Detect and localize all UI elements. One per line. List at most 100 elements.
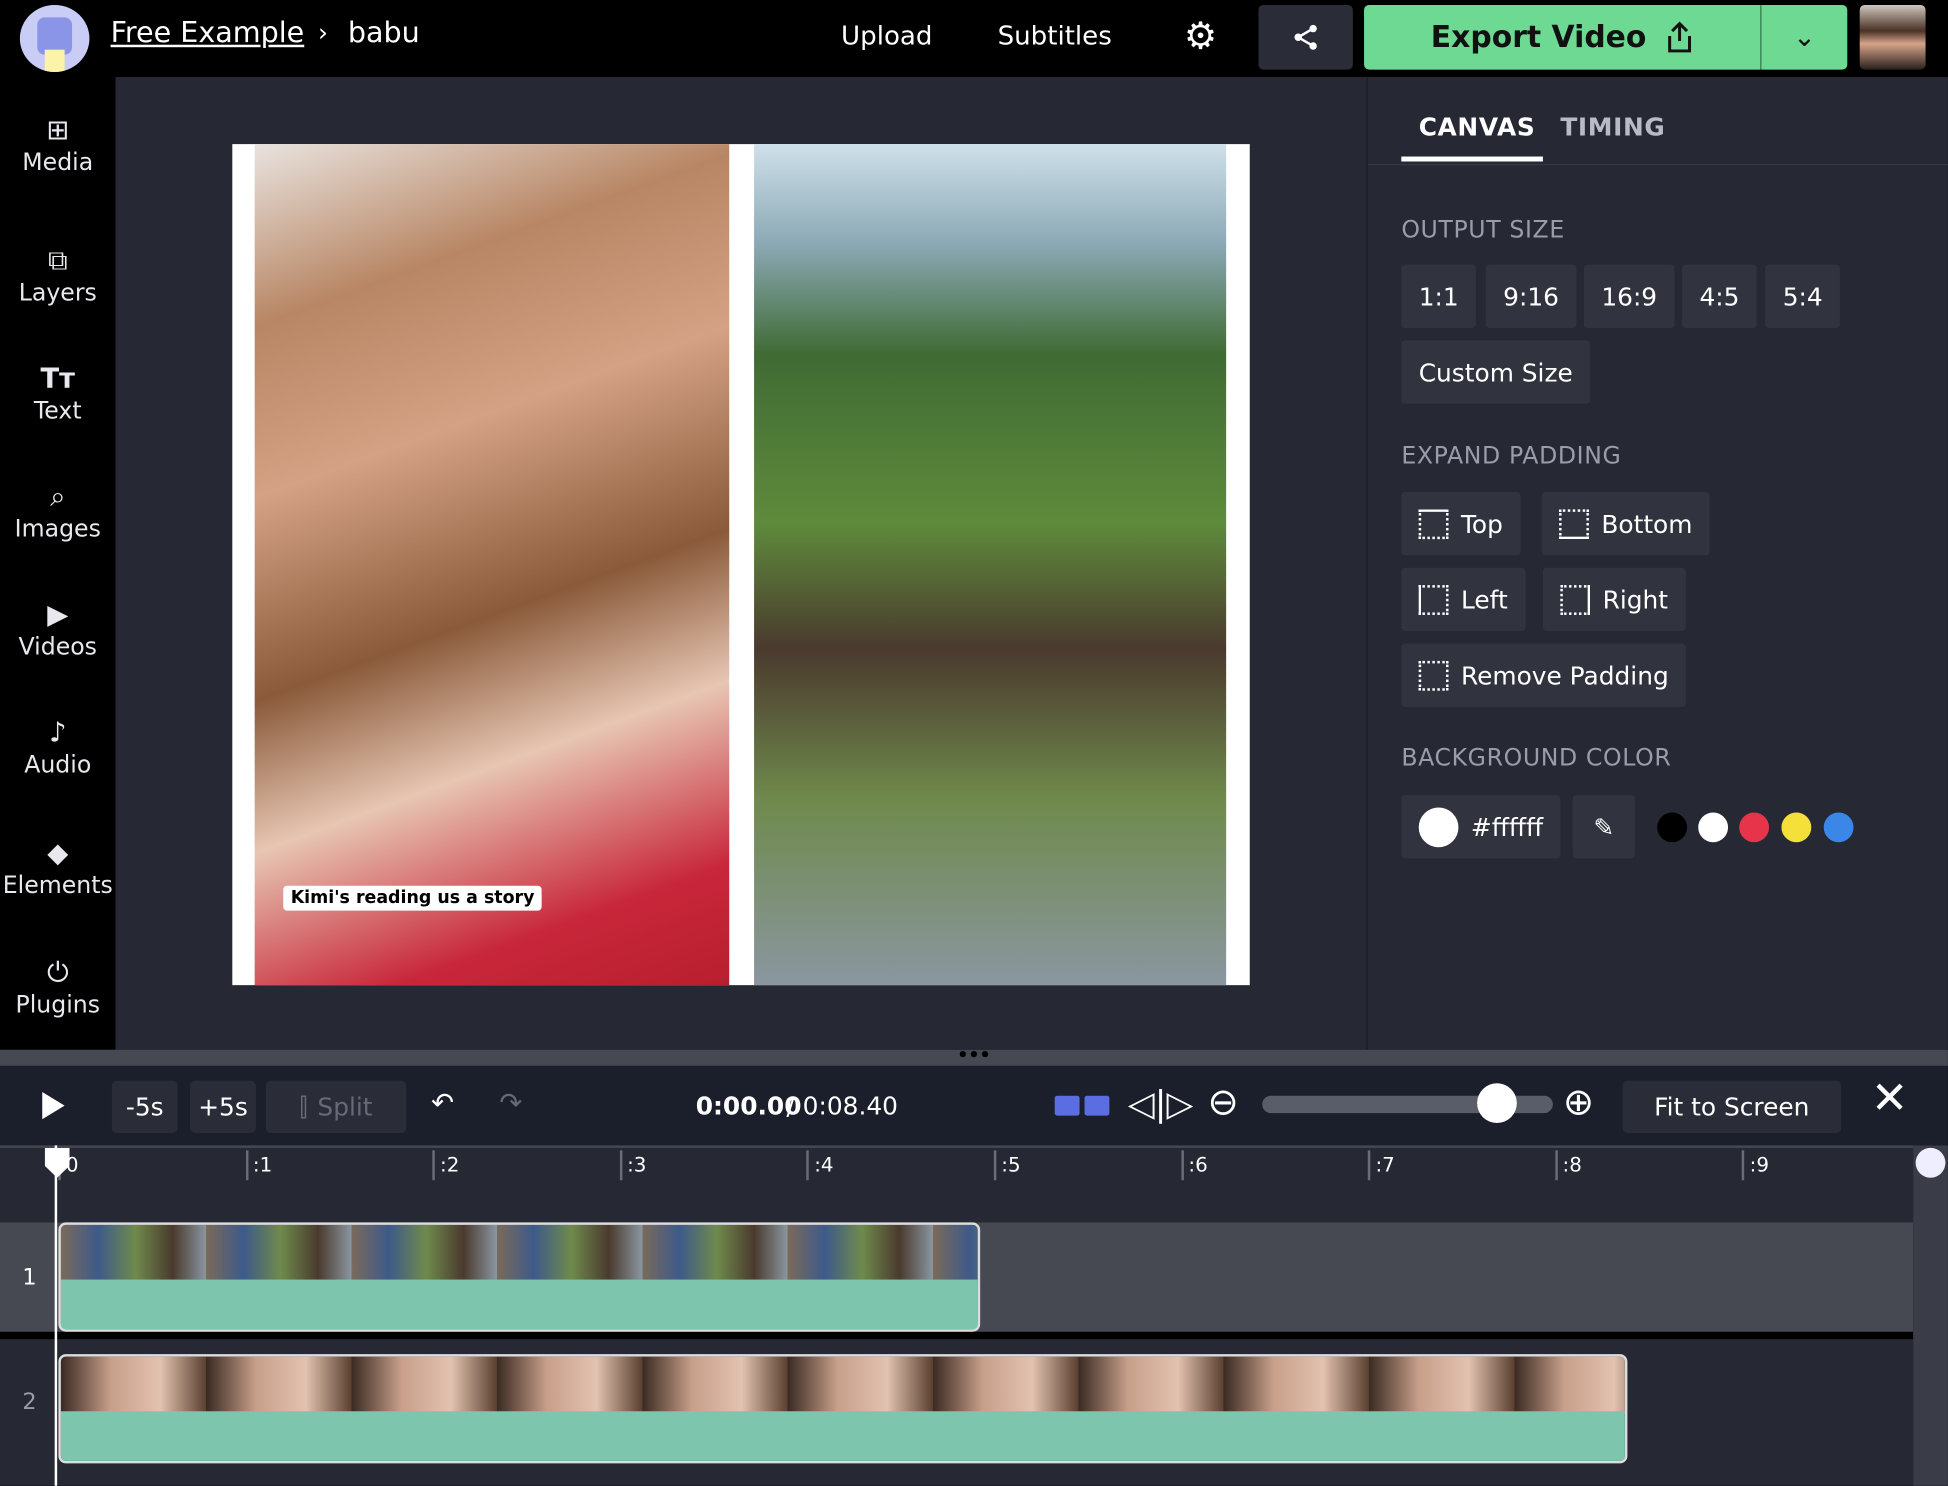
- sidebar-item-videos[interactable]: ▶ Videos: [0, 599, 116, 661]
- clip-video-2[interactable]: [58, 1354, 1628, 1464]
- swatch-blue[interactable]: [1823, 812, 1854, 843]
- pad-top-button[interactable]: Top: [1401, 491, 1521, 556]
- zoom-out-icon[interactable]: ⊖: [1208, 1081, 1239, 1124]
- color-preview: [1418, 806, 1459, 847]
- sidebar-label: Layers: [18, 279, 97, 307]
- resize-handle[interactable]: •••: [0, 1047, 1948, 1066]
- expand-padding-heading: EXPAND PADDING: [1401, 442, 1622, 470]
- ruler-tick: :1: [245, 1150, 272, 1181]
- sidebar-item-images[interactable]: ⌕ Images: [0, 481, 116, 543]
- export-video-button[interactable]: Export Video: [1364, 4, 1761, 70]
- size-5-4-button[interactable]: 5:4: [1765, 264, 1841, 328]
- label: -5s: [125, 1091, 164, 1122]
- forward-5s-button[interactable]: +5s: [190, 1080, 256, 1133]
- share-icon: [1294, 24, 1317, 50]
- playhead[interactable]: [54, 1145, 58, 1486]
- custom-size-button[interactable]: Custom Size: [1401, 340, 1591, 404]
- back-5s-button[interactable]: -5s: [111, 1080, 178, 1133]
- sidebar-label: Text: [33, 397, 82, 425]
- close-icon[interactable]: ✕: [1871, 1073, 1908, 1124]
- snap-icon[interactable]: [1054, 1095, 1110, 1116]
- pad-right-button[interactable]: Right: [1542, 567, 1686, 632]
- ruler-tick: :3: [619, 1150, 646, 1181]
- export-dropdown-button[interactable]: ⌄: [1760, 4, 1848, 70]
- size-4-5-button[interactable]: 4:5: [1682, 264, 1757, 328]
- swatch-yellow[interactable]: [1781, 812, 1812, 843]
- timeline-scrollbar[interactable]: [1913, 1145, 1948, 1486]
- tab-timing[interactable]: TIMING: [1560, 112, 1665, 142]
- color-value: #ffffff: [1470, 811, 1544, 842]
- track-number: 2: [22, 1388, 37, 1415]
- output-size-heading: OUTPUT SIZE: [1401, 216, 1565, 244]
- video-icon: ▶: [47, 600, 69, 632]
- ruler-tick: :9: [1742, 1150, 1769, 1181]
- sidebar-item-layers[interactable]: ⧉ Layers: [0, 245, 116, 307]
- sidebar-item-media[interactable]: ⊞ Media: [0, 114, 116, 177]
- remove-padding-button[interactable]: Remove Padding: [1401, 643, 1687, 707]
- swatch-white[interactable]: [1698, 812, 1729, 843]
- pad-left-button[interactable]: Left: [1401, 567, 1526, 632]
- background-color-heading: BACKGROUND COLOR: [1401, 744, 1672, 772]
- timeline-ruler[interactable]: 0:1:2:3:4:5:6:7:8:9: [0, 1145, 1914, 1223]
- play-icon[interactable]: [40, 1091, 67, 1121]
- caption-text[interactable]: Kimi's reading us a story: [283, 885, 542, 911]
- shapes-icon: ◆: [47, 838, 69, 870]
- search-icon: ⌕: [50, 482, 66, 514]
- redo-icon[interactable]: ↷: [499, 1088, 522, 1119]
- breadcrumb-project[interactable]: Free Example: [111, 17, 305, 49]
- video-layer-1[interactable]: [254, 144, 730, 986]
- zoom-in-icon[interactable]: ⊕: [1563, 1081, 1594, 1124]
- split-button[interactable]: ⫿ Split: [265, 1080, 407, 1133]
- share-button[interactable]: [1258, 4, 1353, 70]
- sidebar-label: Plugins: [15, 991, 101, 1019]
- track-1: 1: [0, 1222, 1914, 1332]
- label: Fit to Screen: [1654, 1091, 1810, 1122]
- subtitles-button[interactable]: Subtitles: [998, 21, 1112, 51]
- split-icon: ⫿: [299, 1091, 308, 1122]
- eyedropper-button[interactable]: ✎: [1572, 795, 1635, 859]
- sidebar-item-elements[interactable]: ◆ Elements: [0, 837, 116, 900]
- scrollbar-thumb[interactable]: [1915, 1147, 1946, 1178]
- breadcrumb-page[interactable]: babu: [348, 17, 420, 49]
- track-number: 1: [22, 1264, 37, 1291]
- zoom-slider-thumb[interactable]: [1477, 1083, 1518, 1124]
- audio-waveform: [60, 1411, 1625, 1461]
- clip-video-1[interactable]: [58, 1222, 981, 1332]
- sidebar: ⊞ Media ⧉ Layers Tт Text ⌕ Images ▶ Videos ♪ A…: [0, 77, 116, 1050]
- ruler-tick: :6: [1180, 1150, 1208, 1181]
- label: Split: [317, 1091, 373, 1122]
- size-1-1-button[interactable]: 1:1: [1401, 264, 1477, 328]
- app-logo[interactable]: [19, 4, 90, 73]
- swatch-red[interactable]: [1739, 812, 1770, 843]
- music-note-icon: ♪: [49, 718, 67, 750]
- label: 1:1: [1418, 281, 1459, 312]
- label: 16:9: [1601, 281, 1658, 312]
- fit-to-screen-button[interactable]: Fit to Screen: [1622, 1080, 1842, 1133]
- track-2: 2: [0, 1339, 1914, 1486]
- padding-bottom-icon: [1559, 508, 1589, 539]
- bg-color-picker[interactable]: #ffffff: [1401, 795, 1561, 859]
- gear-icon[interactable]: ⚙: [1184, 15, 1217, 58]
- split-view-icon[interactable]: ◁|▷: [1128, 1083, 1193, 1124]
- label: Top: [1460, 508, 1503, 539]
- ruler-tick: :4: [806, 1150, 834, 1181]
- pad-bottom-button[interactable]: Bottom: [1541, 491, 1710, 556]
- undo-icon[interactable]: ↶: [431, 1088, 454, 1119]
- swatch-black[interactable]: [1657, 812, 1688, 843]
- video-layer-2[interactable]: [754, 144, 1227, 986]
- size-16-9-button[interactable]: 16:9: [1583, 264, 1675, 328]
- sidebar-item-text[interactable]: Tт Text: [0, 363, 116, 425]
- clip-thumbnails: [60, 1224, 978, 1283]
- tab-canvas[interactable]: CANVAS: [1419, 112, 1536, 142]
- sidebar-item-audio[interactable]: ♪ Audio: [0, 717, 116, 779]
- properties-panel: CANVAS TIMING OUTPUT SIZE 1:1 9:16 16:9 …: [1366, 77, 1948, 1050]
- sidebar-item-plugins[interactable]: ⏻ Plugins: [0, 957, 116, 1019]
- size-9-16-button[interactable]: 9:16: [1485, 264, 1577, 328]
- divider: [1367, 163, 1948, 166]
- upload-button[interactable]: Upload: [841, 21, 932, 51]
- ruler-tick: :8: [1555, 1150, 1582, 1181]
- ruler-tick: :5: [993, 1150, 1021, 1181]
- sidebar-label: Images: [14, 515, 101, 543]
- user-avatar[interactable]: [1859, 4, 1926, 70]
- breadcrumb-separator: ›: [318, 17, 328, 48]
